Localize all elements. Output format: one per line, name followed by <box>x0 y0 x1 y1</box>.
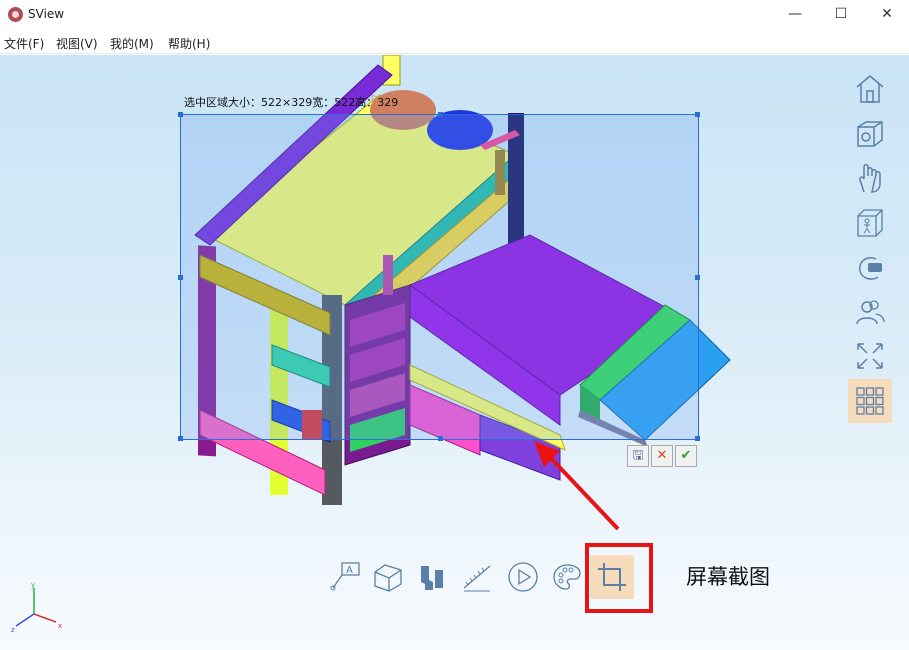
menu-view[interactable]: 视图(V) <box>56 35 98 52</box>
menu-file[interactable]: 文件(F) <box>4 35 44 52</box>
axis-x-label: x <box>58 622 62 630</box>
resize-handle[interactable] <box>178 275 183 280</box>
close-button[interactable]: ✕ <box>864 0 909 30</box>
save-screenshot-button[interactable]: 🖫 <box>627 445 649 467</box>
annotation-button[interactable]: A <box>323 555 367 599</box>
home-icon <box>856 75 884 103</box>
axis-y-label: y <box>31 581 35 589</box>
play-icon <box>508 562 538 592</box>
animation-button[interactable] <box>501 555 545 599</box>
menu-mine[interactable]: 我的(M) <box>110 35 154 52</box>
app-title: SView <box>28 7 65 21</box>
home-view-button[interactable] <box>848 67 892 111</box>
fullscreen-icon <box>857 343 883 369</box>
explode-icon <box>421 566 443 590</box>
model-settings-button[interactable] <box>848 112 892 156</box>
screenshot-callout-label: 屏幕截图 <box>686 565 770 589</box>
3d-viewport[interactable]: 选中区域大小：522×329宽：522高：329 🖫 ✕ ✔ A y x z <box>0 55 909 650</box>
menu-bar: 文件(F) 视图(V) 我的(M) 帮助(H) <box>0 30 909 54</box>
resize-handle[interactable] <box>695 436 700 441</box>
resize-handle[interactable] <box>178 112 183 117</box>
maximize-button[interactable]: ☐ <box>818 0 864 30</box>
pan-button[interactable] <box>848 156 892 200</box>
users-icon <box>856 299 885 324</box>
section-button[interactable] <box>366 555 410 599</box>
axis-triad: y x z <box>11 581 62 634</box>
annotation-icon: A <box>330 562 360 591</box>
hand-icon <box>859 164 881 193</box>
selection-toolbar: 🖫 ✕ ✔ <box>627 445 701 467</box>
confirm-screenshot-button[interactable]: ✔ <box>675 445 697 467</box>
resize-handle[interactable] <box>438 436 443 441</box>
vr-button[interactable] <box>848 245 892 289</box>
measure-icon <box>463 565 491 592</box>
app-logo-icon <box>8 7 23 22</box>
minimize-button[interactable]: — <box>772 0 818 30</box>
arrow-annotation <box>534 441 620 531</box>
cancel-screenshot-button[interactable]: ✕ <box>651 445 673 467</box>
title-bar: SView — ☐ ✕ <box>0 0 909 30</box>
svg-text:A: A <box>346 565 353 576</box>
palette-icon <box>553 564 581 590</box>
fullscreen-button[interactable] <box>848 334 892 378</box>
selection-size-label: 选中区域大小：522×329宽：522高：329 <box>184 96 399 109</box>
grid-icon <box>856 386 884 415</box>
section-cut-icon <box>374 564 402 592</box>
explode-button[interactable] <box>411 555 455 599</box>
resize-handle[interactable] <box>695 112 700 117</box>
resize-handle[interactable] <box>178 436 183 441</box>
screenshot-highlight-box <box>585 543 653 613</box>
material-button[interactable] <box>545 555 589 599</box>
collaboration-button[interactable] <box>848 290 892 334</box>
menu-help[interactable]: 帮助(H) <box>168 35 210 52</box>
walkthrough-button[interactable] <box>848 201 892 245</box>
right-toolbar <box>848 67 894 423</box>
measure-button[interactable] <box>455 555 499 599</box>
resize-handle[interactable] <box>438 112 443 117</box>
resize-handle[interactable] <box>695 275 700 280</box>
axis-z-label: z <box>11 626 15 634</box>
person-in-box-icon <box>857 208 883 237</box>
vr-headset-icon <box>859 257 882 280</box>
screenshot-selection-area[interactable] <box>178 112 700 441</box>
model-settings-icon <box>857 120 883 147</box>
more-tools-button[interactable] <box>848 378 892 423</box>
